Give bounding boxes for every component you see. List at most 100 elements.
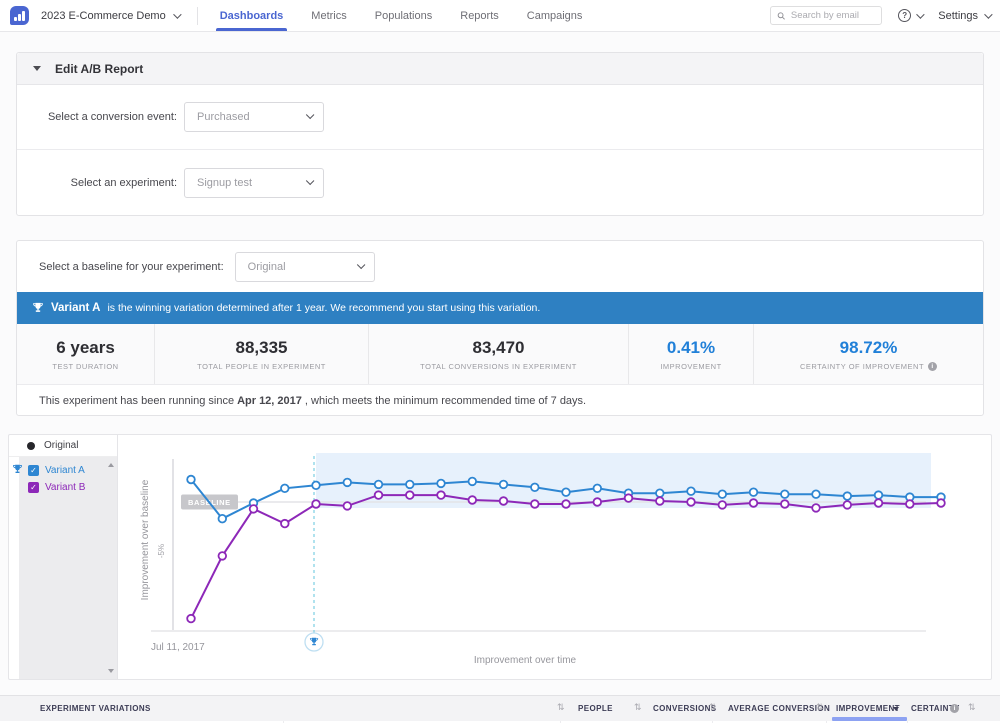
data-point[interactable] bbox=[844, 492, 852, 500]
data-point[interactable] bbox=[531, 500, 539, 508]
panel-collapse-header[interactable]: Edit A/B Report bbox=[17, 53, 983, 85]
data-point[interactable] bbox=[469, 478, 477, 486]
data-point[interactable] bbox=[562, 500, 570, 508]
legend-item-original[interactable]: Original bbox=[9, 435, 117, 457]
info-icon[interactable] bbox=[950, 704, 959, 713]
data-point[interactable] bbox=[781, 490, 789, 498]
series-line-variant-b bbox=[191, 495, 941, 618]
data-point[interactable] bbox=[750, 499, 758, 507]
data-point[interactable] bbox=[625, 494, 633, 502]
data-point[interactable] bbox=[594, 485, 602, 493]
data-point[interactable] bbox=[219, 515, 227, 523]
chevron-down-icon bbox=[173, 10, 181, 18]
data-point[interactable] bbox=[250, 505, 258, 513]
sort-icon[interactable] bbox=[634, 702, 642, 713]
data-point[interactable] bbox=[750, 488, 758, 496]
nav-reports[interactable]: Reports bbox=[460, 0, 499, 31]
stat-label: TEST DURATION bbox=[52, 362, 118, 371]
col-improvement[interactable]: IMPROVEMENT bbox=[836, 704, 900, 713]
data-point[interactable] bbox=[406, 491, 414, 499]
data-point[interactable] bbox=[187, 615, 195, 623]
data-point[interactable] bbox=[219, 552, 227, 560]
data-point[interactable] bbox=[312, 482, 320, 490]
col-average-conversion[interactable]: AVERAGE CONVERSION bbox=[728, 704, 830, 713]
data-point[interactable] bbox=[562, 488, 570, 496]
info-icon[interactable] bbox=[928, 362, 937, 371]
data-point[interactable] bbox=[375, 481, 383, 489]
sort-icon[interactable] bbox=[968, 702, 976, 713]
conversion-event-select[interactable]: Purchased bbox=[184, 102, 324, 132]
checkbox-checked-icon[interactable] bbox=[28, 465, 39, 476]
data-point[interactable] bbox=[937, 499, 945, 507]
data-point[interactable] bbox=[344, 502, 352, 510]
project-switcher[interactable]: 2023 E-Commerce Demo bbox=[41, 10, 179, 22]
app-logo-icon[interactable] bbox=[10, 6, 29, 25]
data-point[interactable] bbox=[281, 520, 289, 528]
data-point[interactable] bbox=[531, 484, 539, 492]
settings-menu[interactable]: Settings bbox=[938, 10, 990, 22]
stat-value: 88,335 bbox=[236, 338, 288, 358]
data-point[interactable] bbox=[312, 500, 320, 508]
stat-improvement: 0.41% IMPROVEMENT bbox=[629, 324, 754, 384]
baseline-label: Select a baseline for your experiment: bbox=[39, 261, 224, 273]
col-conversions[interactable]: CONVERSIONS bbox=[653, 704, 717, 713]
nav-populations[interactable]: Populations bbox=[375, 0, 433, 31]
data-point[interactable] bbox=[469, 496, 477, 504]
help-icon bbox=[898, 9, 911, 22]
data-point[interactable] bbox=[687, 498, 695, 506]
data-point[interactable] bbox=[187, 476, 195, 484]
significance-trophy-marker[interactable] bbox=[305, 633, 323, 651]
x-axis-title: Improvement over time bbox=[474, 655, 577, 666]
data-point[interactable] bbox=[719, 490, 727, 498]
col-experiment-variations: EXPERIMENT VARIATIONS bbox=[40, 704, 151, 713]
sort-icon[interactable] bbox=[557, 702, 565, 713]
data-point[interactable] bbox=[812, 490, 820, 498]
data-point[interactable] bbox=[500, 497, 508, 505]
data-point[interactable] bbox=[437, 491, 445, 499]
legend-item-variant-b[interactable]: Variant B bbox=[19, 479, 117, 496]
data-point[interactable] bbox=[281, 485, 289, 493]
checkbox-checked-icon[interactable] bbox=[28, 482, 39, 493]
project-name: 2023 E-Commerce Demo bbox=[41, 10, 166, 22]
help-menu[interactable] bbox=[898, 9, 922, 22]
data-point[interactable] bbox=[437, 480, 445, 488]
col-people[interactable]: PEOPLE bbox=[578, 704, 613, 713]
sort-icon[interactable] bbox=[816, 702, 824, 713]
data-point[interactable] bbox=[375, 491, 383, 499]
search-input[interactable] bbox=[791, 10, 875, 21]
data-point[interactable] bbox=[906, 500, 914, 508]
scroll-up-icon[interactable] bbox=[108, 463, 114, 467]
data-point[interactable] bbox=[656, 489, 664, 497]
data-point[interactable] bbox=[719, 501, 727, 509]
baseline-row: Select a baseline for your experiment: O… bbox=[17, 241, 983, 292]
winner-trophy-icon bbox=[12, 464, 23, 475]
experiment-note: This experiment has been running since A… bbox=[17, 384, 983, 417]
baseline-value: Original bbox=[248, 261, 286, 273]
chart-plot-area[interactable]: BASELINE Improvement over baseline -5% J… bbox=[118, 435, 991, 679]
data-point[interactable] bbox=[781, 500, 789, 508]
baseline-select[interactable]: Original bbox=[235, 252, 375, 282]
nav-dashboards[interactable]: Dashboards bbox=[220, 0, 284, 31]
sort-icon[interactable] bbox=[709, 702, 717, 713]
stat-certainty: 98.72% CERTAINTY OF IMPROVEMENT bbox=[754, 324, 983, 384]
variations-table-header: EXPERIMENT VARIATIONS PEOPLE CONVERSIONS… bbox=[0, 695, 1000, 723]
data-point[interactable] bbox=[406, 481, 414, 489]
data-point[interactable] bbox=[344, 479, 352, 487]
data-point[interactable] bbox=[875, 499, 883, 507]
legend-item-variant-a[interactable]: Variant A bbox=[19, 462, 117, 479]
data-point[interactable] bbox=[875, 491, 883, 499]
data-point[interactable] bbox=[844, 501, 852, 509]
sort-desc-icon[interactable] bbox=[893, 707, 899, 711]
chevron-down-icon bbox=[916, 10, 924, 18]
scroll-down-icon[interactable] bbox=[108, 669, 114, 673]
nav-metrics[interactable]: Metrics bbox=[311, 0, 346, 31]
search-box[interactable] bbox=[770, 6, 882, 25]
nav-campaigns[interactable]: Campaigns bbox=[527, 0, 583, 31]
experiment-select[interactable]: Signup test bbox=[184, 168, 324, 198]
data-point[interactable] bbox=[687, 487, 695, 495]
data-point[interactable] bbox=[594, 498, 602, 506]
data-point[interactable] bbox=[812, 504, 820, 512]
stat-total-conversions: 83,470 TOTAL CONVERSIONS IN EXPERIMENT bbox=[369, 324, 629, 384]
data-point[interactable] bbox=[500, 481, 508, 489]
data-point[interactable] bbox=[656, 497, 664, 505]
